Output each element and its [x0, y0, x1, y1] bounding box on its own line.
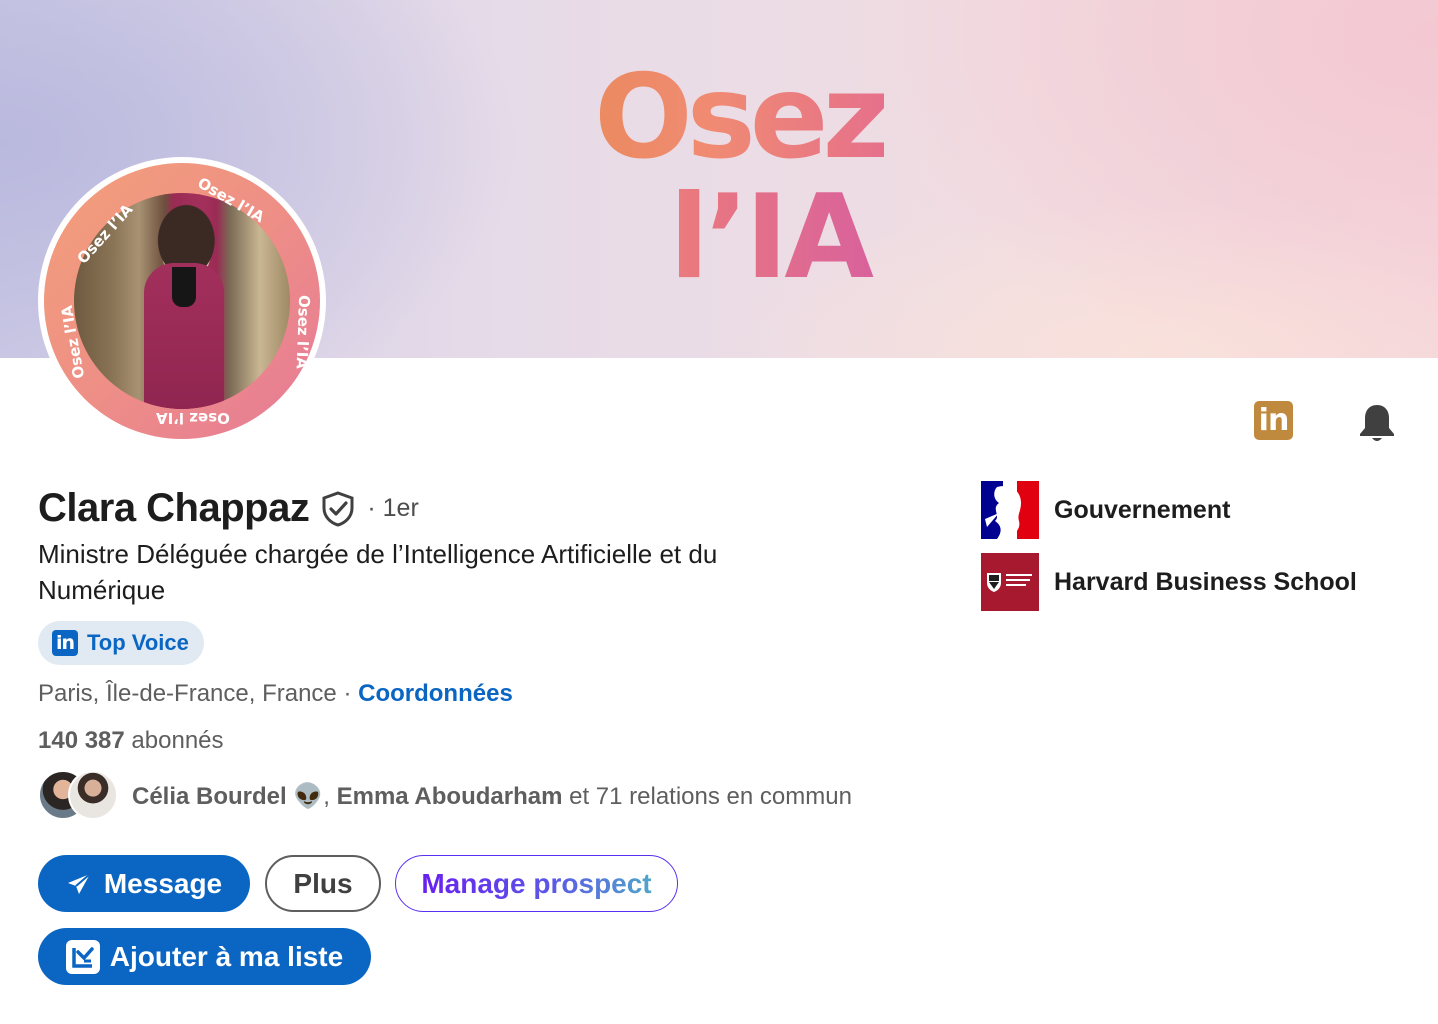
message-label: Message: [103, 867, 223, 899]
avatar-frame: Osez l’IA Osez l’IA Osez l’IA Osez l’IA …: [44, 163, 320, 439]
org-name-government: Gouvernement: [1054, 495, 1231, 524]
avatar-figure-shirt: [172, 267, 196, 307]
marianne-logo-icon: [981, 481, 1039, 539]
avatar-ring-text-3: Osez l’IA: [292, 294, 314, 370]
top-voice-label: Top Voice: [87, 630, 189, 655]
mutual-connections[interactable]: Célia Bourdel 👽, Emma Aboudarham et 71 r…: [38, 770, 852, 822]
send-icon: [67, 872, 91, 894]
connection-degree: · 1er: [367, 494, 419, 522]
profile-name: Clara Chappaz: [38, 486, 310, 530]
mutual-avatars: [38, 770, 120, 822]
harvard-shield-icon: [981, 553, 1039, 611]
bell-icon[interactable]: [1357, 402, 1397, 444]
mutual-connections-text: Célia Bourdel 👽, Emma Aboudarham et 71 r…: [132, 782, 852, 811]
followers-count[interactable]: 140 387 abonnés: [38, 727, 224, 755]
followers-number: 140 387: [38, 727, 125, 754]
message-button[interactable]: Message: [38, 855, 250, 912]
banner-title: Osez l’IA: [564, 60, 890, 296]
location-text: Paris, Île-de-France, France: [38, 680, 337, 707]
top-voice-badge[interactable]: in Top Voice: [38, 621, 204, 665]
mutual-rest: et 71 relations en commun: [562, 782, 852, 810]
linkedin-badge-icon: in: [52, 630, 78, 656]
profile-headline: Ministre Déléguée chargée de l’Intellige…: [38, 539, 718, 605]
org-harvard[interactable]: Harvard Business School: [981, 553, 1357, 611]
verified-shield-icon[interactable]: [321, 490, 355, 527]
list-add-icon: [65, 939, 100, 974]
avatar-ring-text-4: Osez l’IA: [156, 409, 230, 427]
banner-line-1: Osez: [564, 60, 890, 176]
alien-emoji-icon: 👽: [286, 782, 324, 810]
org-name-harvard: Harvard Business School: [1054, 567, 1357, 596]
mutual-separator: ,: [323, 782, 337, 810]
org-government[interactable]: Gouvernement: [981, 481, 1230, 539]
followers-label: abonnés: [124, 727, 224, 754]
avatar: [68, 770, 118, 820]
linkedin-icon[interactable]: in: [1254, 401, 1293, 440]
location-separator: ·: [336, 680, 359, 707]
manage-prospect-button[interactable]: Manage prospect: [395, 855, 678, 912]
location-row: Paris, Île-de-France, France · Coordonné…: [38, 680, 513, 708]
name-row: Clara Chappaz · 1er: [38, 486, 419, 531]
mutual-name-2: Emma Aboudarham: [336, 782, 563, 810]
banner-line-2: l’IA: [564, 180, 884, 296]
add-to-list-label: Ajouter à ma liste: [109, 940, 344, 972]
more-button[interactable]: Plus: [265, 855, 381, 912]
manage-prospect-label: Manage prospect: [421, 867, 652, 899]
mutual-name-1: Célia Bourdel: [132, 782, 287, 810]
profile-avatar[interactable]: Osez l’IA Osez l’IA Osez l’IA Osez l’IA …: [38, 157, 326, 445]
contact-info-link[interactable]: Coordonnées: [358, 680, 513, 707]
add-to-list-button[interactable]: Ajouter à ma liste: [38, 928, 371, 985]
